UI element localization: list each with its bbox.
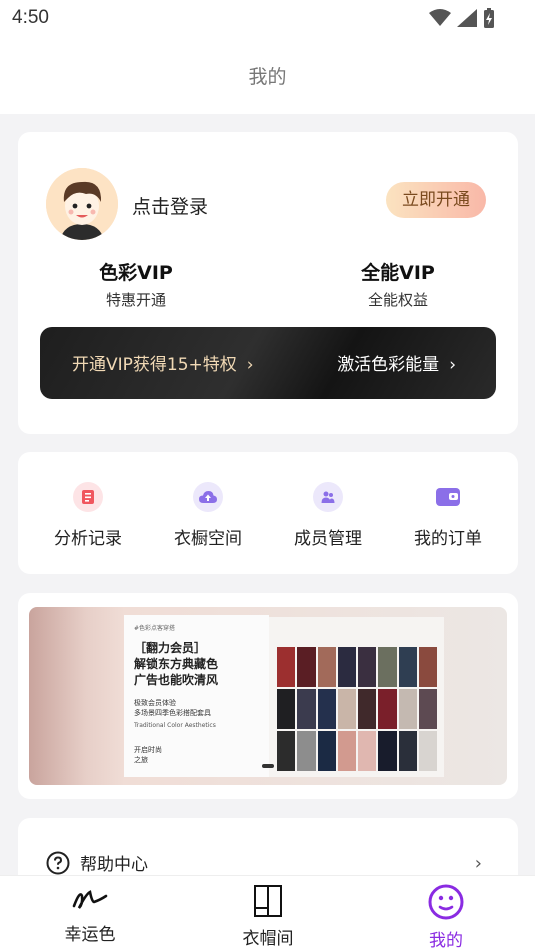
tools-card: 分析记录 衣橱空间 成员管理 我的订单 bbox=[18, 452, 518, 574]
avatar[interactable] bbox=[46, 168, 118, 240]
battery-icon bbox=[484, 8, 494, 28]
tab-label: 衣帽间 bbox=[242, 929, 294, 949]
tab-bar: 幸运色 衣帽间 我的 bbox=[0, 875, 535, 951]
smile-icon bbox=[428, 884, 464, 920]
tab-wardrobe[interactable]: 衣帽间 bbox=[208, 884, 328, 949]
activate-energy-label: 激活色彩能量 bbox=[337, 355, 440, 375]
carousel-indicator bbox=[262, 764, 274, 768]
color-vip-title: 色彩VIP bbox=[99, 262, 173, 284]
record-icon bbox=[73, 482, 103, 512]
all-vip-title: 全能VIP bbox=[361, 262, 435, 284]
chevron-right-icon: › bbox=[449, 355, 456, 375]
promo-subtext: 极致会员体验 多场景四季色彩搭配套具 bbox=[134, 698, 259, 718]
tab-label: 我的 bbox=[429, 931, 463, 951]
tool-member-management[interactable]: 成员管理 bbox=[273, 482, 383, 549]
promo-banner[interactable]: #色彩点客穿搭 ［翻力会员］ 解锁东方典藏色 广告也能吹清风 极致会员体验 多场… bbox=[29, 607, 507, 785]
promo-bottom-2: 之旅 bbox=[134, 756, 148, 764]
promo-sub-1: 极致会员体验 bbox=[134, 699, 176, 707]
status-time: 4:50 bbox=[12, 7, 49, 28]
status-bar: 4:50 bbox=[0, 0, 535, 36]
tool-wardrobe-space[interactable]: 衣橱空间 bbox=[153, 482, 263, 549]
promo-head-3: 广告也能吹清风 bbox=[134, 673, 219, 687]
avatar-boy-icon bbox=[46, 168, 118, 240]
promo-headline: ［翻力会员］ 解锁东方典藏色 广告也能吹清风 bbox=[134, 640, 259, 688]
promo-bottom: 开启时尚 之旅 bbox=[134, 745, 162, 765]
wifi-icon bbox=[429, 9, 451, 26]
promo-head-2: 解锁东方典藏色 bbox=[134, 657, 219, 671]
promo-poster: #色彩点客穿搭 ［翻力会员］ 解锁东方典藏色 广告也能吹清风 极致会员体验 多场… bbox=[124, 615, 269, 777]
promo-english: Traditional Color Aesthetics bbox=[134, 722, 216, 729]
cloud-upload-icon bbox=[193, 482, 223, 512]
color-vip-subtitle: 特惠开通 bbox=[105, 291, 166, 309]
wallet-icon bbox=[433, 482, 463, 512]
fabric-swatches bbox=[277, 647, 437, 771]
tool-analysis-records[interactable]: 分析记录 bbox=[33, 482, 143, 549]
status-icons bbox=[429, 8, 495, 28]
help-center-label: 帮助中心 bbox=[80, 855, 148, 875]
promo-card: #色彩点客穿搭 ［翻力会员］ 解锁东方典藏色 广告也能吹清风 极致会员体验 多场… bbox=[18, 593, 518, 799]
members-icon bbox=[313, 482, 343, 512]
nav-bar: 我的 bbox=[0, 36, 535, 114]
all-vip-subtitle: 全能权益 bbox=[367, 291, 428, 309]
tab-mine[interactable]: 我的 bbox=[386, 884, 506, 951]
vip-privileges-label: 开通VIP获得15+特权 bbox=[72, 355, 237, 375]
tab-lucky-color[interactable]: 幸运色 bbox=[30, 884, 150, 945]
login-link[interactable]: 点击登录 bbox=[132, 192, 208, 219]
wardrobe-icon bbox=[254, 885, 282, 917]
fabric-photo bbox=[269, 617, 444, 777]
user-card: 点击登录 立即开通 色彩VIP 特惠开通 全能VIP 全能权益 开通VIP获得1… bbox=[18, 132, 518, 434]
promo-sub-2: 多场景四季色彩搭配套具 bbox=[134, 709, 211, 717]
open-vip-button[interactable]: 立即开通 bbox=[386, 182, 486, 218]
promo-bottom-1: 开启时尚 bbox=[134, 746, 162, 754]
chevron-right-icon: › bbox=[246, 355, 254, 375]
tool-label: 衣橱空间 bbox=[174, 529, 242, 549]
promo-head-1: ［翻力会员］ bbox=[134, 641, 207, 655]
signature-icon bbox=[72, 890, 108, 909]
tab-label: 幸运色 bbox=[64, 925, 116, 945]
color-vip[interactable]: 色彩VIP 特惠开通 bbox=[36, 258, 236, 310]
chevron-right-icon: › bbox=[474, 853, 482, 874]
tool-label: 我的订单 bbox=[414, 529, 482, 549]
help-center-row[interactable]: 帮助中心 bbox=[46, 850, 148, 875]
page-title: 我的 bbox=[248, 66, 287, 88]
question-icon bbox=[46, 851, 70, 874]
vip-banner: 开通VIP获得15+特权 › 激活色彩能量 › bbox=[40, 327, 496, 399]
promo-tag: #色彩点客穿搭 bbox=[134, 625, 176, 632]
signal-icon bbox=[457, 9, 477, 27]
tool-label: 分析记录 bbox=[54, 529, 122, 549]
tool-label: 成员管理 bbox=[294, 529, 362, 549]
vip-privileges-link[interactable]: 开通VIP获得15+特权 › bbox=[72, 350, 254, 375]
all-vip[interactable]: 全能VIP 全能权益 bbox=[298, 258, 498, 310]
activate-energy-link[interactable]: 激活色彩能量 › bbox=[337, 350, 456, 375]
tool-my-orders[interactable]: 我的订单 bbox=[393, 482, 503, 549]
